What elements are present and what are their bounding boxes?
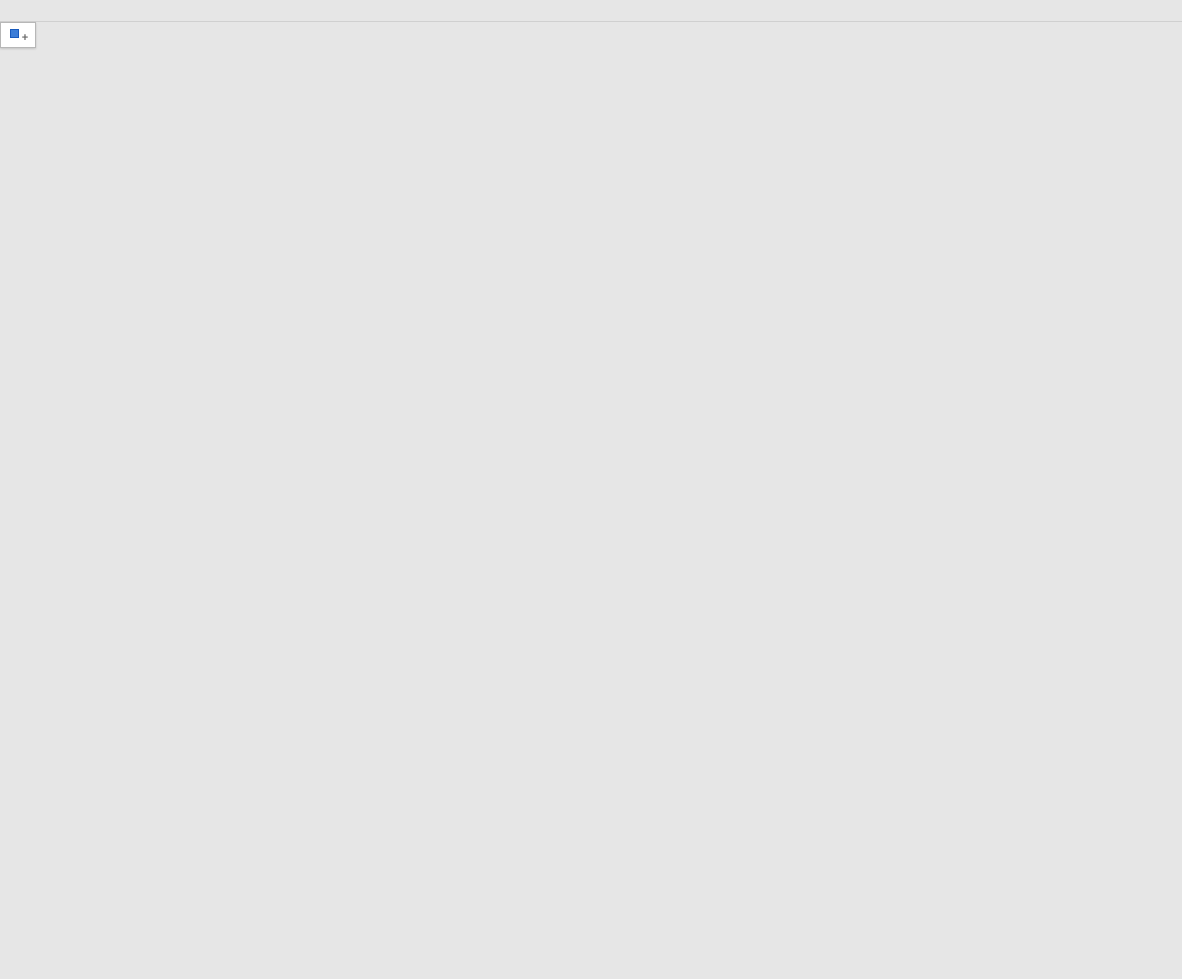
autofill-options-icon <box>10 29 26 41</box>
autofill-options-button[interactable] <box>0 22 36 48</box>
spreadsheet-frame <box>0 0 1182 22</box>
ribbon-gap <box>0 0 1182 22</box>
